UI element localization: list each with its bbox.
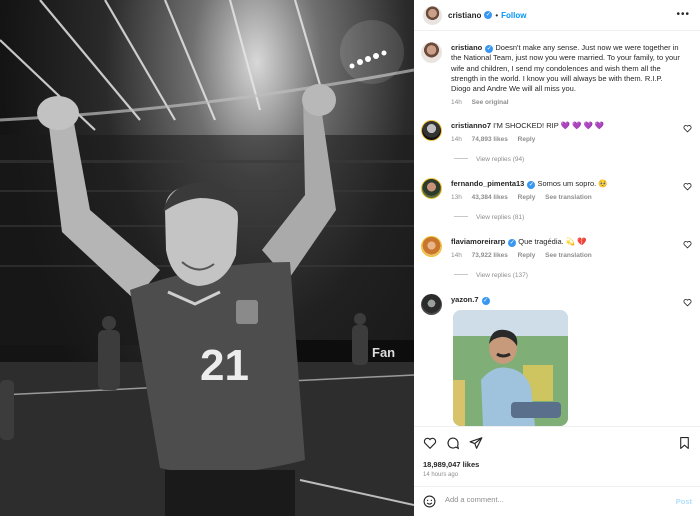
post-actions-bar — [414, 426, 700, 458]
commenter-avatar[interactable] — [421, 120, 442, 141]
see-translation-link[interactable]: See translation — [545, 194, 592, 201]
photo-illustration: Fan 21 — [0, 0, 414, 516]
comment-time[interactable]: 14h — [451, 252, 462, 259]
see-translation-link[interactable]: See translation — [545, 252, 592, 259]
reply-button[interactable]: Reply — [518, 194, 536, 201]
ad-board-text: Fan — [372, 345, 395, 360]
more-options-icon[interactable]: ••• — [676, 9, 690, 20]
heart-icon[interactable] — [683, 298, 692, 307]
comment-likes[interactable]: 73,922 likes — [472, 252, 508, 259]
replies-line — [454, 158, 468, 159]
replies-line — [454, 216, 468, 217]
view-replies-button[interactable]: View replies (137) — [454, 272, 528, 279]
caption-avatar[interactable] — [421, 42, 442, 63]
add-comment-bar: Post — [414, 486, 700, 516]
author-username[interactable]: cristiano — [448, 11, 481, 20]
reply-button[interactable]: Reply — [518, 136, 536, 143]
share-icon[interactable] — [469, 436, 483, 450]
meme-illustration — [453, 310, 568, 426]
commenter-avatar[interactable] — [421, 294, 442, 315]
commenter-avatar[interactable] — [421, 236, 442, 257]
heart-icon[interactable] — [683, 182, 692, 191]
separator-dot: • — [495, 10, 499, 20]
post-comment-button[interactable]: Post — [676, 497, 692, 506]
emoji-icon[interactable] — [423, 495, 436, 508]
replies-line — [454, 274, 468, 275]
verified-badge-icon: ✓ — [508, 239, 517, 247]
post-header: cristiano ✓ • Follow ••• — [414, 0, 700, 31]
comment-image[interactable] — [453, 310, 568, 426]
heart-icon[interactable] — [423, 436, 437, 450]
post-detail-panel: cristiano ✓ • Follow ••• cristiano ✓ Does… — [414, 0, 700, 516]
verified-badge-icon: ✓ — [481, 297, 490, 305]
comment-text: Somos um sopro. 🥺 — [537, 179, 608, 188]
view-replies-label: View replies (94) — [476, 156, 525, 163]
post-time[interactable]: 14 hours ago — [423, 472, 458, 478]
view-replies-label: View replies (81) — [476, 214, 525, 221]
reply-button[interactable]: Reply — [518, 252, 536, 259]
view-replies-label: View replies (137) — [476, 272, 528, 279]
comment-text: I'M SHOCKED! RIP 💜 💜 💜 💜 — [493, 121, 605, 130]
comment-username[interactable]: flaviamoreirarp — [451, 237, 505, 246]
comment-time[interactable]: 13h — [451, 194, 462, 201]
caption-time[interactable]: 14h — [451, 99, 462, 106]
comment-input[interactable] — [445, 495, 645, 504]
follow-button[interactable]: Follow — [501, 11, 526, 20]
comment-likes[interactable]: 43,384 likes — [472, 194, 508, 201]
comment-username[interactable]: cristianno7 — [451, 121, 491, 130]
comment-time[interactable]: 14h — [451, 136, 462, 143]
heart-icon[interactable] — [683, 240, 692, 249]
verified-badge-icon: ✓ — [484, 11, 493, 19]
comment-username[interactable]: yazon.7 — [451, 295, 479, 304]
verified-badge-icon: ✓ — [527, 181, 536, 189]
author-avatar[interactable] — [423, 5, 442, 25]
bookmark-icon[interactable] — [678, 436, 691, 450]
view-replies-button[interactable]: View replies (81) — [454, 214, 524, 221]
see-original-link[interactable]: See original — [472, 99, 509, 106]
jersey-number: 21 — [200, 341, 249, 390]
view-replies-button[interactable]: View replies (94) — [454, 156, 524, 163]
heart-icon[interactable] — [683, 124, 692, 133]
commenter-avatar[interactable] — [421, 178, 442, 199]
comment-text: Que tragédia. 💫 💔 — [518, 237, 587, 246]
comment-likes[interactable]: 74,893 likes — [472, 136, 508, 143]
verified-badge-icon: ✓ — [485, 45, 494, 53]
comment-username[interactable]: fernando_pimenta13 — [451, 179, 524, 188]
caption-username[interactable]: cristiano — [451, 43, 482, 52]
post-photo[interactable]: Fan 21 — [0, 0, 414, 516]
likes-count[interactable]: 18,989,047 likes — [423, 460, 479, 469]
comment-icon[interactable] — [446, 436, 460, 450]
